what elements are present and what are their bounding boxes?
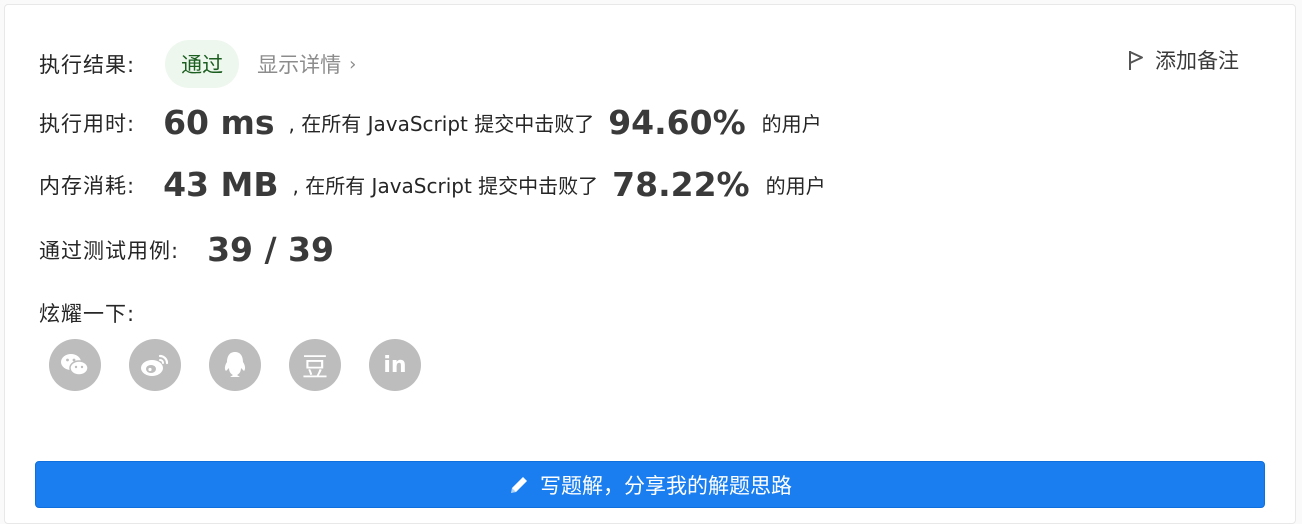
add-note-button[interactable]: 添加备注 xyxy=(1127,45,1239,75)
result-row: 执行结果: 通过 显示详情 › xyxy=(39,40,356,88)
submission-result-card: 执行结果: 通过 显示详情 › 添加备注 执行用时: 60 ms , 在所有 J… xyxy=(4,4,1296,524)
tests-value: 39 / 39 xyxy=(207,230,334,269)
write-solution-label: 写题解，分享我的解题思路 xyxy=(540,473,792,498)
memory-percent: 78.22% xyxy=(612,165,750,204)
chevron-right-icon: › xyxy=(349,53,357,75)
pencil-icon xyxy=(511,476,527,493)
weibo-icon[interactable] xyxy=(129,339,181,391)
memory-mid-text: , 在所有 JavaScript 提交中击败了 xyxy=(292,174,599,198)
runtime-mid-text: , 在所有 JavaScript 提交中击败了 xyxy=(288,112,595,136)
status-badge: 通过 xyxy=(165,40,240,88)
qq-icon[interactable] xyxy=(209,339,261,391)
linkedin-icon[interactable]: in xyxy=(369,339,421,391)
memory-suffix: 的用户 xyxy=(765,174,826,198)
runtime-suffix: 的用户 xyxy=(761,112,822,136)
memory-label: 内存消耗: xyxy=(39,173,136,198)
share-icons: 豆 in xyxy=(49,339,449,391)
show-details-link[interactable]: 显示详情 › xyxy=(257,49,356,79)
douban-glyph: 豆 xyxy=(301,352,328,383)
runtime-label: 执行用时: xyxy=(39,111,136,136)
runtime-row: 执行用时: 60 ms , 在所有 JavaScript 提交中击败了 94.6… xyxy=(39,103,822,142)
share-row: 炫耀一下: xyxy=(39,298,135,328)
linkedin-glyph: in xyxy=(383,352,407,378)
memory-row: 内存消耗: 43 MB , 在所有 JavaScript 提交中击败了 78.2… xyxy=(39,165,826,204)
tests-row: 通过测试用例: 39 / 39 xyxy=(39,230,334,269)
runtime-value: 60 ms xyxy=(163,103,275,142)
result-label: 执行结果: xyxy=(39,53,136,77)
douban-icon[interactable]: 豆 xyxy=(289,339,341,391)
add-note-label: 添加备注 xyxy=(1155,49,1239,73)
show-details-label: 显示详情 xyxy=(257,53,342,77)
runtime-percent: 94.60% xyxy=(608,103,746,142)
memory-value: 43 MB xyxy=(163,165,279,204)
tests-label: 通过测试用例: xyxy=(39,238,180,263)
wechat-icon[interactable] xyxy=(49,339,101,391)
write-solution-button[interactable]: 写题解，分享我的解题思路 xyxy=(35,461,1265,508)
flag-icon xyxy=(1129,51,1143,70)
share-label: 炫耀一下: xyxy=(39,302,136,326)
